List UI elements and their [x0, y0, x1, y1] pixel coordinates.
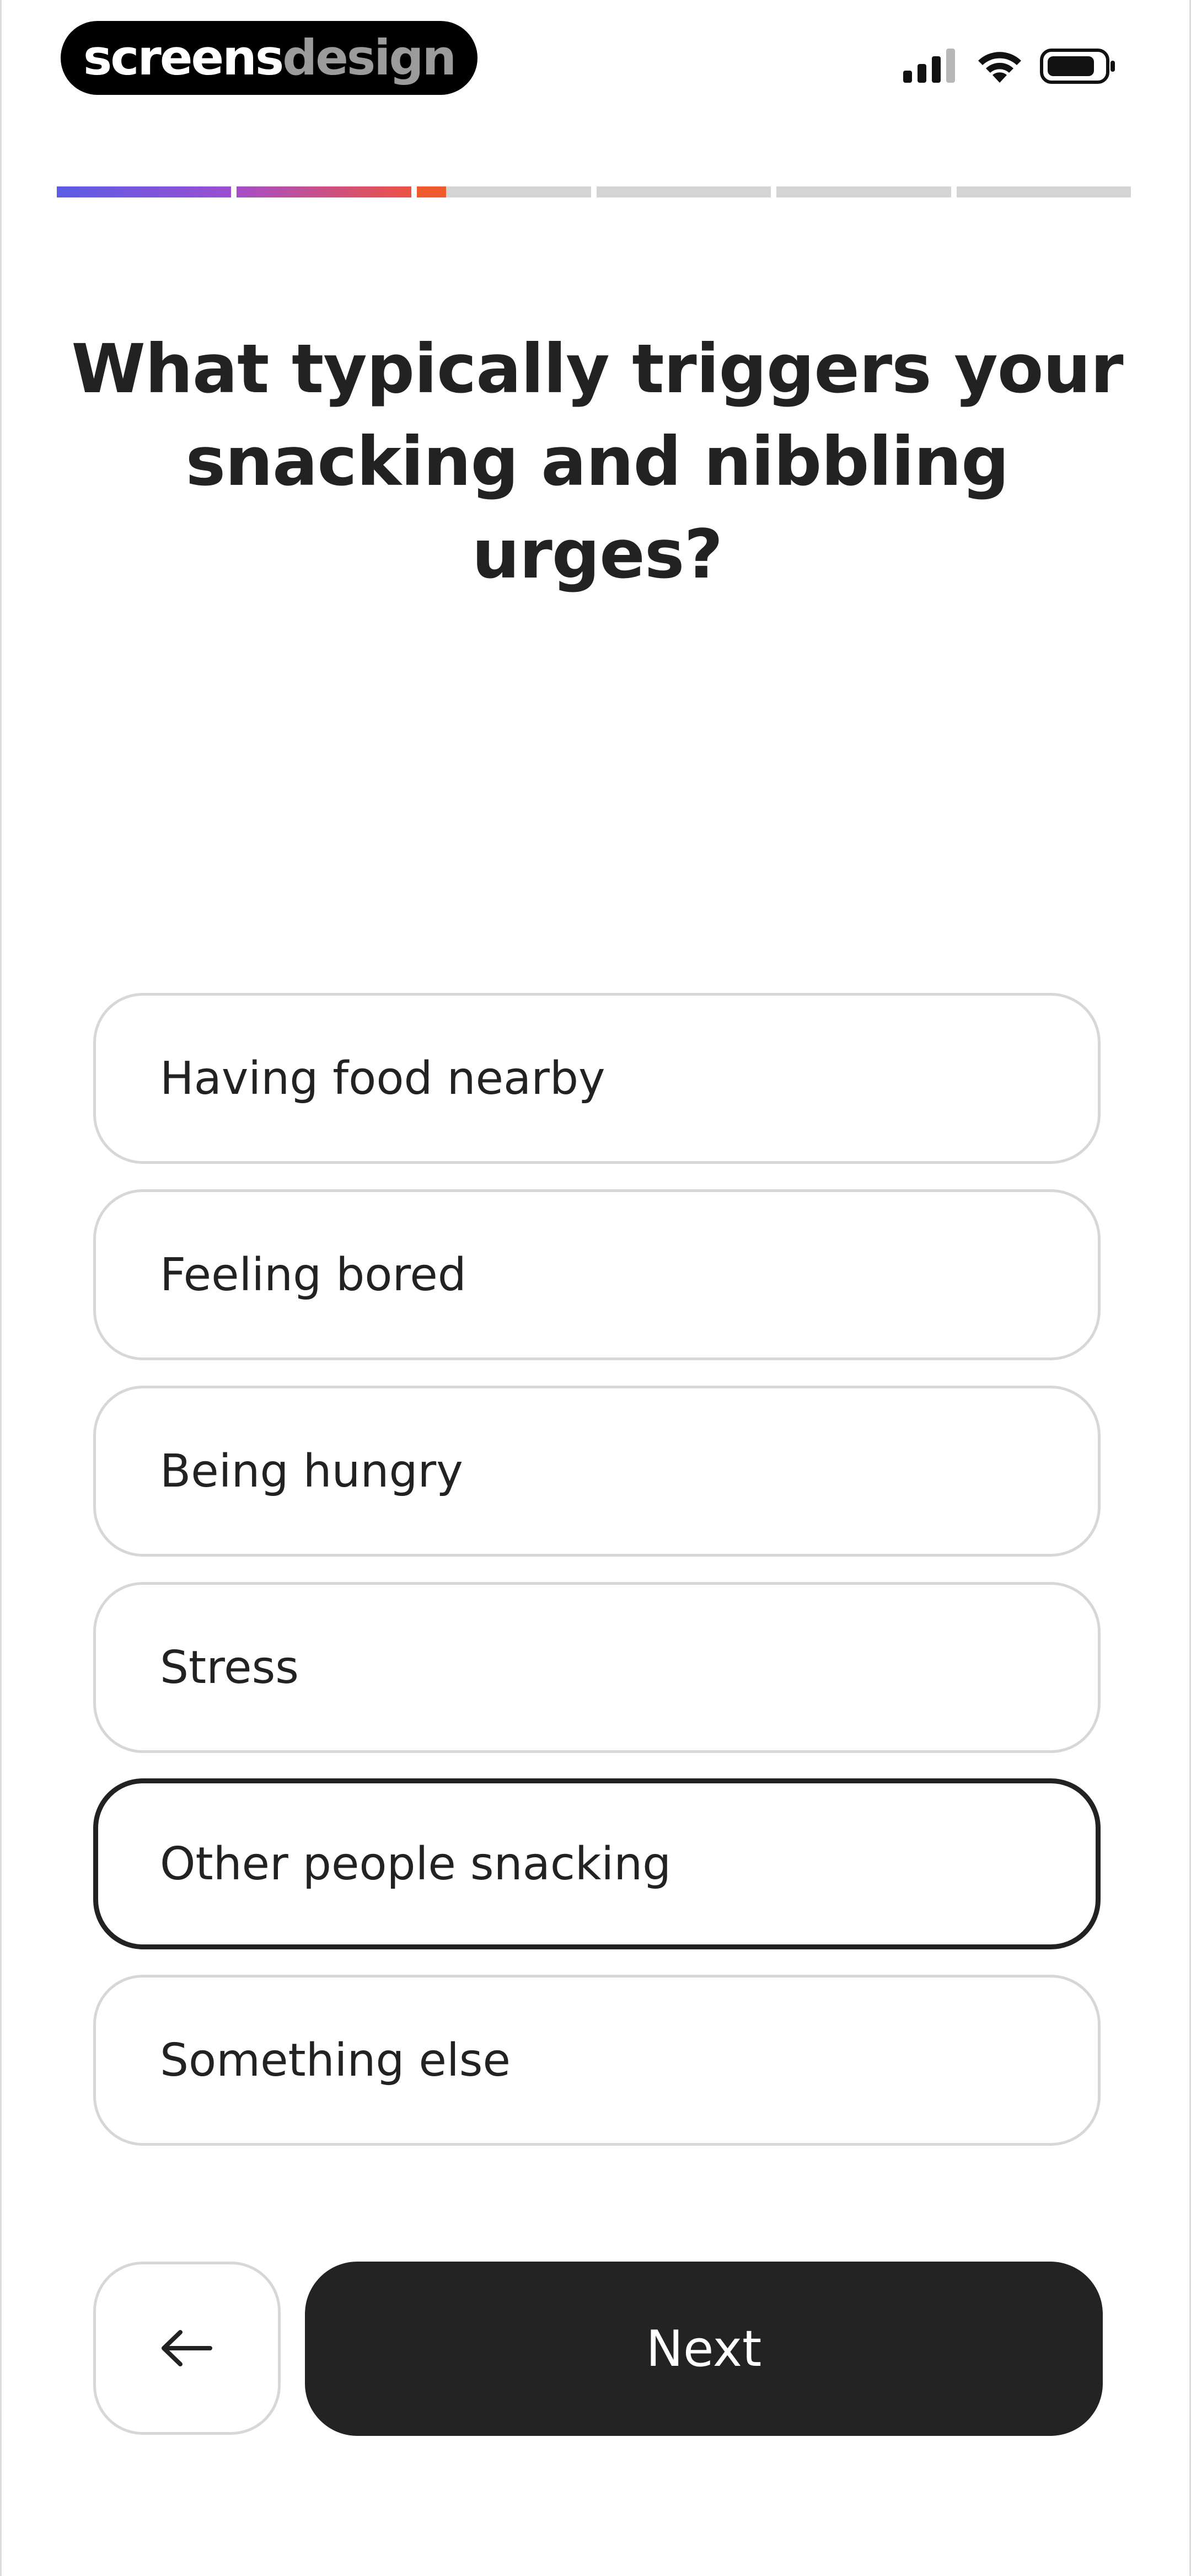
option-label: Feeling bored — [160, 1248, 466, 1301]
option-label: Something else — [160, 2034, 511, 2087]
progress-segment — [237, 186, 411, 197]
option-label: Stress — [160, 1641, 299, 1694]
progress-segment-fill — [57, 186, 232, 197]
progress-segment — [956, 186, 1131, 197]
option-label: Having food nearby — [160, 1052, 605, 1105]
option-being-hungry[interactable]: Being hungry — [93, 1386, 1101, 1557]
brand-text-secondary: design — [282, 29, 457, 86]
progress-segment — [776, 186, 951, 197]
progress-segment-fill — [237, 186, 411, 197]
option-something-else[interactable]: Something else — [93, 1975, 1101, 2146]
brand-text-primary: screens — [83, 29, 284, 86]
arrow-left-icon — [162, 2330, 212, 2366]
question-line-2: snacking and nibbling urges? — [185, 423, 1010, 594]
option-label: Other people snacking — [160, 1837, 672, 1890]
progress-segment — [596, 186, 771, 197]
option-other-people-snacking[interactable]: Other people snacking — [93, 1778, 1101, 1949]
option-having-food-nearby[interactable]: Having food nearby — [93, 993, 1101, 1164]
progress-segment — [57, 186, 232, 197]
answer-options: Having food nearby Feeling bored Being h… — [93, 993, 1101, 2171]
progress-segment-fill — [416, 186, 447, 197]
question-title: What typically triggers your snacking an… — [57, 323, 1138, 601]
onboarding-screen: screens design What typically triggers yo… — [0, 0, 1191, 2576]
wifi-icon — [978, 52, 1021, 83]
next-button[interactable]: Next — [305, 2262, 1103, 2436]
question-line-1: What typically triggers your — [71, 330, 1123, 408]
option-label: Being hungry — [160, 1445, 463, 1498]
battery-icon — [1040, 49, 1115, 84]
option-feeling-bored[interactable]: Feeling bored — [93, 1189, 1101, 1360]
progress-segment — [416, 186, 591, 197]
brand-logo: screens design — [61, 21, 478, 95]
option-stress[interactable]: Stress — [93, 1582, 1101, 1753]
progress-bar — [57, 186, 1131, 197]
signal-icon — [903, 49, 955, 83]
back-button[interactable] — [93, 2262, 281, 2435]
